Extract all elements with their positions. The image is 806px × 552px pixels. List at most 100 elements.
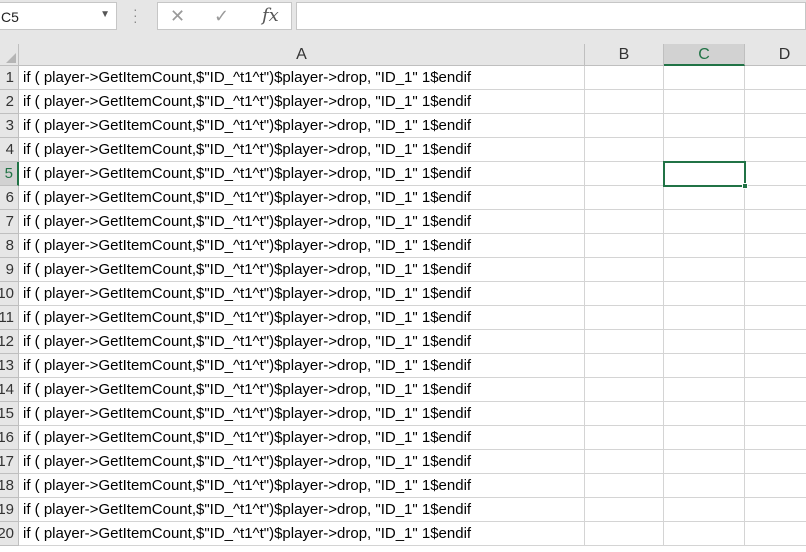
cell-a[interactable]: if ( player->GetItemCount,$"ID_^t1^t")$p…	[19, 258, 585, 282]
cell-c[interactable]	[664, 90, 745, 114]
row-header[interactable]: 3	[0, 114, 19, 138]
insert-function-button[interactable]: fx	[262, 5, 279, 26]
cell-d[interactable]	[745, 402, 806, 426]
row-header[interactable]: 13	[0, 354, 19, 378]
cell-b[interactable]	[585, 282, 664, 306]
row-header[interactable]: 17	[0, 450, 19, 474]
cell-d[interactable]	[745, 354, 806, 378]
row-header[interactable]: 20	[0, 522, 19, 546]
cell-c[interactable]	[664, 234, 745, 258]
cell-d[interactable]	[745, 138, 806, 162]
cell-d[interactable]	[745, 66, 806, 90]
selected-cell-highlight[interactable]	[663, 161, 746, 187]
cell-b[interactable]	[585, 522, 664, 546]
cell-c[interactable]	[664, 66, 745, 90]
cell-d[interactable]	[745, 258, 806, 282]
row-header[interactable]: 12	[0, 330, 19, 354]
cell-b[interactable]	[585, 258, 664, 282]
select-all-button[interactable]	[0, 44, 19, 66]
column-header-a[interactable]: A	[19, 44, 585, 66]
cell-b[interactable]	[585, 402, 664, 426]
row-header[interactable]: 14	[0, 378, 19, 402]
cell-d[interactable]	[745, 378, 806, 402]
row-header[interactable]: 19	[0, 498, 19, 522]
cell-c[interactable]	[664, 522, 745, 546]
cell-c[interactable]	[664, 114, 745, 138]
row-header[interactable]: 16	[0, 426, 19, 450]
cell-c[interactable]	[664, 450, 745, 474]
cell-b[interactable]	[585, 234, 664, 258]
cell-a[interactable]: if ( player->GetItemCount,$"ID_^t1^t")$p…	[19, 66, 585, 90]
fill-handle[interactable]	[742, 183, 748, 189]
row-header[interactable]: 10	[0, 282, 19, 306]
row-header[interactable]: 18	[0, 474, 19, 498]
cell-c[interactable]	[664, 138, 745, 162]
cell-a[interactable]: if ( player->GetItemCount,$"ID_^t1^t")$p…	[19, 354, 585, 378]
cell-d[interactable]	[745, 426, 806, 450]
cell-a[interactable]: if ( player->GetItemCount,$"ID_^t1^t")$p…	[19, 90, 585, 114]
cell-d[interactable]	[745, 114, 806, 138]
cell-c[interactable]	[664, 402, 745, 426]
cell-b[interactable]	[585, 186, 664, 210]
cell-d[interactable]	[745, 186, 806, 210]
cell-c[interactable]	[664, 210, 745, 234]
cell-b[interactable]	[585, 426, 664, 450]
formula-input[interactable]	[296, 2, 806, 30]
cell-a[interactable]: if ( player->GetItemCount,$"ID_^t1^t")$p…	[19, 426, 585, 450]
cell-b[interactable]	[585, 66, 664, 90]
cell-a[interactable]: if ( player->GetItemCount,$"ID_^t1^t")$p…	[19, 402, 585, 426]
cell-d[interactable]	[745, 162, 806, 186]
cell-b[interactable]	[585, 450, 664, 474]
cell-a[interactable]: if ( player->GetItemCount,$"ID_^t1^t")$p…	[19, 162, 585, 186]
cell-c[interactable]	[664, 498, 745, 522]
cell-c[interactable]	[664, 330, 745, 354]
cell-d[interactable]	[745, 474, 806, 498]
cell-a[interactable]: if ( player->GetItemCount,$"ID_^t1^t")$p…	[19, 282, 585, 306]
cell-a[interactable]: if ( player->GetItemCount,$"ID_^t1^t")$p…	[19, 186, 585, 210]
row-header[interactable]: 8	[0, 234, 19, 258]
cell-d[interactable]	[745, 330, 806, 354]
cell-c[interactable]	[664, 354, 745, 378]
cell-d[interactable]	[745, 90, 806, 114]
cell-d[interactable]	[745, 210, 806, 234]
cell-d[interactable]	[745, 522, 806, 546]
cell-b[interactable]	[585, 498, 664, 522]
cell-d[interactable]	[745, 498, 806, 522]
cell-b[interactable]	[585, 474, 664, 498]
cell-a[interactable]: if ( player->GetItemCount,$"ID_^t1^t")$p…	[19, 330, 585, 354]
cell-b[interactable]	[585, 210, 664, 234]
cell-a[interactable]: if ( player->GetItemCount,$"ID_^t1^t")$p…	[19, 210, 585, 234]
column-header-c[interactable]: C	[664, 44, 745, 66]
cell-b[interactable]	[585, 138, 664, 162]
more-options-icon[interactable]: · · ·	[133, 2, 138, 28]
close-icon[interactable]: ✕	[170, 6, 185, 27]
name-box[interactable]: C5 ▼	[0, 2, 117, 30]
cell-a[interactable]: if ( player->GetItemCount,$"ID_^t1^t")$p…	[19, 498, 585, 522]
row-header[interactable]: 1	[0, 66, 19, 90]
cell-d[interactable]	[745, 282, 806, 306]
cell-a[interactable]: if ( player->GetItemCount,$"ID_^t1^t")$p…	[19, 474, 585, 498]
cell-c[interactable]	[664, 378, 745, 402]
cell-c[interactable]	[664, 306, 745, 330]
cell-b[interactable]	[585, 330, 664, 354]
row-header[interactable]: 9	[0, 258, 19, 282]
cell-d[interactable]	[745, 234, 806, 258]
cell-d[interactable]	[745, 450, 806, 474]
cell-c[interactable]	[664, 186, 745, 210]
row-header[interactable]: 6	[0, 186, 19, 210]
cell-a[interactable]: if ( player->GetItemCount,$"ID_^t1^t")$p…	[19, 522, 585, 546]
row-header[interactable]: 2	[0, 90, 19, 114]
cell-a[interactable]: if ( player->GetItemCount,$"ID_^t1^t")$p…	[19, 114, 585, 138]
cell-d[interactable]	[745, 306, 806, 330]
cell-c[interactable]	[664, 474, 745, 498]
row-header[interactable]: 7	[0, 210, 19, 234]
cell-a[interactable]: if ( player->GetItemCount,$"ID_^t1^t")$p…	[19, 306, 585, 330]
cell-b[interactable]	[585, 306, 664, 330]
cell-b[interactable]	[585, 354, 664, 378]
row-header[interactable]: 4	[0, 138, 19, 162]
cell-c[interactable]	[664, 282, 745, 306]
cell-c[interactable]	[664, 426, 745, 450]
checkmark-icon[interactable]: ✓	[214, 6, 229, 27]
cell-b[interactable]	[585, 90, 664, 114]
chevron-down-icon[interactable]: ▼	[100, 9, 110, 20]
